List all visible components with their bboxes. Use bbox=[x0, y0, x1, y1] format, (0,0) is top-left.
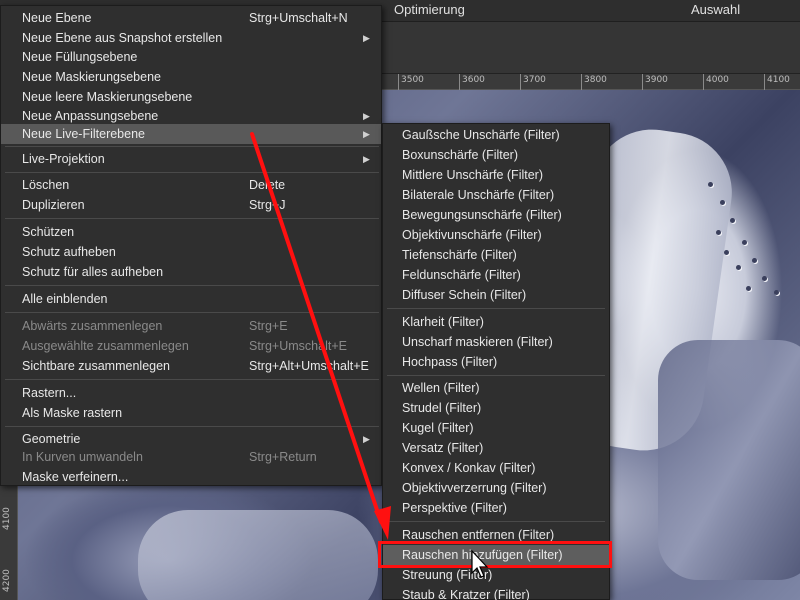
submenu-item-feldunschaerfe[interactable]: Feldunschärfe (Filter) bbox=[383, 265, 609, 285]
submenu-item-kugel[interactable]: Kugel (Filter) bbox=[383, 418, 609, 438]
menu-separator bbox=[387, 521, 605, 522]
image-bead bbox=[736, 265, 741, 270]
chevron-right-icon: ▶ bbox=[363, 33, 370, 43]
submenu-item-bilaterale[interactable]: Bilaterale Unschärfe (Filter) bbox=[383, 185, 609, 205]
menu-item-geometrie[interactable]: Geometrie ▶ bbox=[1, 429, 381, 449]
mouse-pointer-icon bbox=[471, 550, 489, 578]
menu-item-in-kurven-umwandeln: In Kurven umwandeln Strg+Return bbox=[22, 450, 317, 464]
menu-item-als-maske-rastern[interactable]: Als Maske rastern bbox=[1, 403, 381, 423]
menu-separator bbox=[387, 375, 605, 376]
menu-item-sichtbare-zusammenlegen[interactable]: Sichtbare zusammenlegen Strg+Alt+Umschalt… bbox=[1, 356, 381, 376]
image-bead bbox=[724, 250, 729, 255]
menu-item-loeschen[interactable]: Löschen Delete bbox=[1, 175, 381, 195]
submenu-item-box[interactable]: Boxunschärfe (Filter) bbox=[383, 145, 609, 165]
ruler-tick: 3500 bbox=[398, 74, 424, 90]
submenu-item-gauss[interactable]: Gaußsche Unschärfe (Filter) bbox=[383, 125, 609, 145]
image-bead bbox=[708, 182, 713, 187]
ruler-tick: 4100 bbox=[2, 507, 12, 530]
image-fabric-fold bbox=[138, 510, 378, 600]
image-bead bbox=[730, 218, 735, 223]
menu-item-rastern[interactable]: Rastern... bbox=[1, 383, 381, 403]
menu-item-neue-ebene[interactable]: Neue Ebene Strg+Umschalt+N bbox=[1, 8, 381, 28]
submenu-item-perspektive[interactable]: Perspektive (Filter) bbox=[383, 498, 609, 518]
submenu-item-mittlere[interactable]: Mittlere Unschärfe (Filter) bbox=[383, 165, 609, 185]
tab-auswahl[interactable]: Auswahl bbox=[691, 2, 740, 17]
menu-separator bbox=[5, 172, 379, 173]
ruler-tick: 4200 bbox=[2, 569, 12, 592]
menu-item-maskierungsebene[interactable]: Neue Maskierungsebene bbox=[1, 67, 381, 87]
submenu-item-strudel[interactable]: Strudel (Filter) bbox=[383, 398, 609, 418]
image-bead bbox=[720, 200, 725, 205]
menu-separator bbox=[5, 379, 379, 380]
menu-item-schutz-alles-aufheben[interactable]: Schutz für alles aufheben bbox=[1, 262, 381, 282]
chevron-right-icon: ▶ bbox=[363, 129, 370, 139]
red-highlight-box bbox=[378, 541, 612, 568]
menu-item-alle-einblenden[interactable]: Alle einblenden bbox=[1, 289, 381, 309]
submenu-item-tiefenschaerfe[interactable]: Tiefenschärfe (Filter) bbox=[383, 245, 609, 265]
menu-item-live-projektion[interactable]: Live-Projektion ▶ bbox=[1, 149, 381, 169]
menu-item-anpassungsebene[interactable]: Neue Anpassungsebene ▶ bbox=[1, 106, 381, 126]
menu-item-abwaerts-zusammenlegen: Abwärts zusammenlegen Strg+E bbox=[22, 319, 288, 333]
menu-item-live-filterebene[interactable]: Neue Live-Filterebene ▶ bbox=[1, 124, 381, 144]
ruler-tick: 4100 bbox=[764, 74, 790, 90]
chevron-right-icon: ▶ bbox=[363, 111, 370, 121]
menu-item-schutz-aufheben[interactable]: Schutz aufheben bbox=[1, 242, 381, 262]
submenu-item-wellen[interactable]: Wellen (Filter) bbox=[383, 378, 609, 398]
menu-separator bbox=[5, 312, 379, 313]
submenu-item-objektivverzerrung[interactable]: Objektivverzerrung (Filter) bbox=[383, 478, 609, 498]
image-bead bbox=[716, 230, 721, 235]
live-filter-submenu: Gaußsche Unschärfe (Filter) Boxunschärfe… bbox=[382, 123, 610, 600]
menu-item-maske-verfeinern[interactable]: Maske verfeinern... bbox=[1, 467, 381, 487]
menu-item-ausgewaehlte-zusammenlegen: Ausgewählte zusammenlegen Strg+Umschalt+E bbox=[22, 339, 347, 353]
menu-item-fuellungsebene[interactable]: Neue Füllungsebene bbox=[1, 47, 381, 67]
image-fabric-fold bbox=[658, 340, 800, 580]
image-bead bbox=[762, 276, 767, 281]
vertical-ruler: 4100 4200 bbox=[0, 486, 18, 600]
submenu-item-unscharf-maskieren[interactable]: Unscharf maskieren (Filter) bbox=[383, 332, 609, 352]
ruler-tick: 3600 bbox=[459, 74, 485, 90]
menu-item-schuetzen[interactable]: Schützen bbox=[1, 222, 381, 242]
ruler-tick: 3800 bbox=[581, 74, 607, 90]
image-bead bbox=[746, 286, 751, 291]
ruler-tick: 3900 bbox=[642, 74, 668, 90]
menu-separator bbox=[387, 308, 605, 309]
image-bead bbox=[742, 240, 747, 245]
menu-separator bbox=[5, 426, 379, 427]
chevron-right-icon: ▶ bbox=[363, 434, 370, 444]
layer-context-menu: Neue Ebene Strg+Umschalt+N Neue Ebene aus… bbox=[0, 5, 382, 486]
submenu-item-staub-kratzer[interactable]: Staub & Kratzer (Filter) bbox=[383, 585, 609, 600]
ruler-tick: 3700 bbox=[520, 74, 546, 90]
submenu-item-konvex-konkav[interactable]: Konvex / Konkav (Filter) bbox=[383, 458, 609, 478]
menu-item-leere-maskierungsebene[interactable]: Neue leere Maskierungsebene bbox=[1, 87, 381, 107]
menu-separator bbox=[5, 285, 379, 286]
image-bead bbox=[774, 290, 779, 295]
submenu-item-bewegung[interactable]: Bewegungsunschärfe (Filter) bbox=[383, 205, 609, 225]
horizontal-ruler: 3500 3600 3700 3800 3900 4000 4100 bbox=[380, 74, 800, 90]
submenu-item-diffuser-schein[interactable]: Diffuser Schein (Filter) bbox=[383, 285, 609, 305]
image-bead bbox=[752, 258, 757, 263]
submenu-item-hochpass[interactable]: Hochpass (Filter) bbox=[383, 352, 609, 372]
menu-item-snapshot-ebene[interactable]: Neue Ebene aus Snapshot erstellen ▶ bbox=[1, 28, 381, 48]
submenu-item-klarheit[interactable]: Klarheit (Filter) bbox=[383, 312, 609, 332]
menu-separator bbox=[5, 218, 379, 219]
menu-separator bbox=[5, 146, 379, 147]
ruler-tick: 4000 bbox=[703, 74, 729, 90]
menu-item-duplizieren[interactable]: Duplizieren Strg+J bbox=[1, 195, 381, 215]
submenu-item-objektiv[interactable]: Objektivunschärfe (Filter) bbox=[383, 225, 609, 245]
submenu-item-versatz[interactable]: Versatz (Filter) bbox=[383, 438, 609, 458]
chevron-right-icon: ▶ bbox=[363, 154, 370, 164]
tab-optimierung[interactable]: Optimierung bbox=[394, 2, 465, 17]
submenu-item-streuung[interactable]: Streuung (Filter) bbox=[383, 565, 609, 585]
